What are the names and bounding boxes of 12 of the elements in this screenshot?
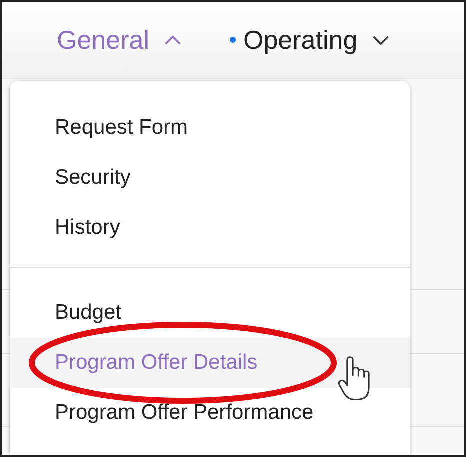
- status-dot: [230, 37, 236, 43]
- menu-item[interactable]: Security: [10, 153, 410, 203]
- chevron-up-icon: [164, 34, 182, 46]
- menu-item[interactable]: Program Offer Details: [10, 338, 410, 388]
- hand-cursor-icon: [338, 356, 370, 402]
- menu-item[interactable]: History: [10, 203, 410, 253]
- chevron-down-icon: [372, 34, 390, 46]
- menu-item[interactable]: Budget: [10, 288, 410, 338]
- nav-tab[interactable]: Operating: [230, 24, 390, 56]
- menu-item[interactable]: Program Offer Performance: [10, 388, 410, 438]
- nav-tab[interactable]: General: [57, 24, 182, 56]
- menu-item[interactable]: Request Form: [10, 103, 410, 153]
